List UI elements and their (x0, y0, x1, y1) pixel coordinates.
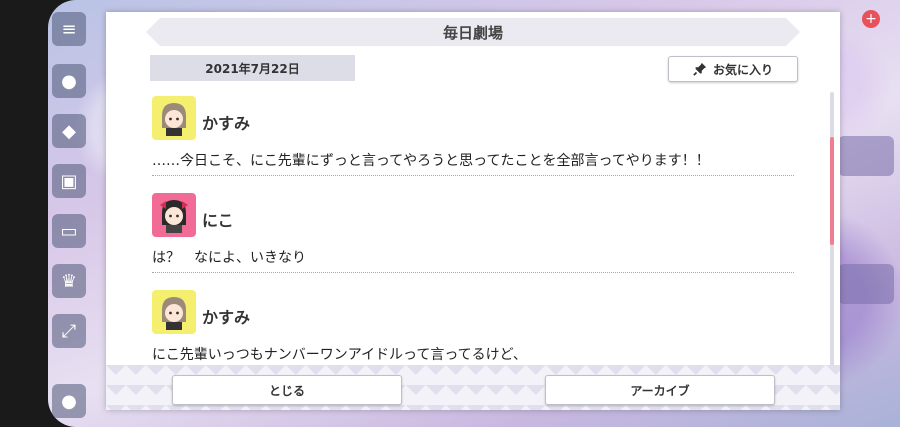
close-button[interactable]: とじる (172, 375, 402, 405)
avatar-kasumi (152, 290, 196, 334)
right-chip[interactable] (838, 136, 894, 176)
present-icon[interactable]: ◆ (52, 114, 86, 148)
scrollbar-track[interactable] (830, 92, 834, 367)
character-face-icon (162, 297, 186, 330)
plus-icon[interactable]: + (862, 10, 880, 28)
speaker-name: かすみ (202, 308, 251, 327)
pin-icon (693, 62, 707, 76)
hamburger-icon[interactable]: ≡ (52, 12, 86, 46)
character-face-icon (160, 200, 188, 233)
speaker-name: かすみ (202, 114, 251, 133)
message-list[interactable]: かすみ ……今日こそ、にこ先輩にずっと言ってやろうと思ってたことを全部言ってやり… (152, 96, 794, 387)
daily-theater-dialog: 毎日劇場 2021年7月22日 お気に入り かすみ ……今日こそ、にこ先輩にずっ… (106, 12, 840, 410)
speaker-name: にこ (202, 211, 234, 230)
trophy-icon[interactable]: ♛ (52, 264, 86, 298)
favorite-button[interactable]: お気に入り (668, 56, 798, 82)
scrollbar-thumb[interactable] (830, 137, 834, 245)
date-label: 2021年7月22日 (150, 55, 355, 81)
avatar-kasumi (152, 96, 196, 140)
message-text: にこ先輩いっつもナンバーワンアイドルって言ってるけど、 (152, 347, 527, 363)
divider (152, 175, 794, 176)
message-text: ……今日こそ、にこ先輩にずっと言ってやろうと思ってたことを全部言ってやります！！ (152, 153, 710, 169)
screen-icon[interactable]: ▭ (52, 214, 86, 248)
archive-button[interactable]: アーカイブ (545, 375, 775, 405)
divider (152, 272, 794, 273)
avatar-nico (152, 193, 196, 237)
message-item: にこ は？ なによ、いきなり (152, 193, 794, 290)
right-chip[interactable] (838, 264, 894, 304)
right-panel: + (834, 4, 894, 424)
message-item: かすみ ……今日こそ、にこ先輩にずっと言ってやろうと思ってたことを全部言ってやり… (152, 96, 794, 193)
chat-icon[interactable]: ● (52, 64, 86, 98)
favorite-label: お気に入り (712, 62, 773, 77)
profile-icon[interactable]: ● (52, 384, 86, 418)
character-face-icon (162, 103, 186, 136)
gift-icon[interactable]: ▣ (52, 164, 86, 198)
left-menu-rail: ≡ ● ◆ ▣ ▭ ♛ ⤢ ● (52, 6, 90, 421)
message-text: は？ なによ、いきなり (152, 250, 306, 266)
dialog-title: 毎日劇場 (146, 18, 800, 46)
expand-icon[interactable]: ⤢ (52, 314, 86, 348)
